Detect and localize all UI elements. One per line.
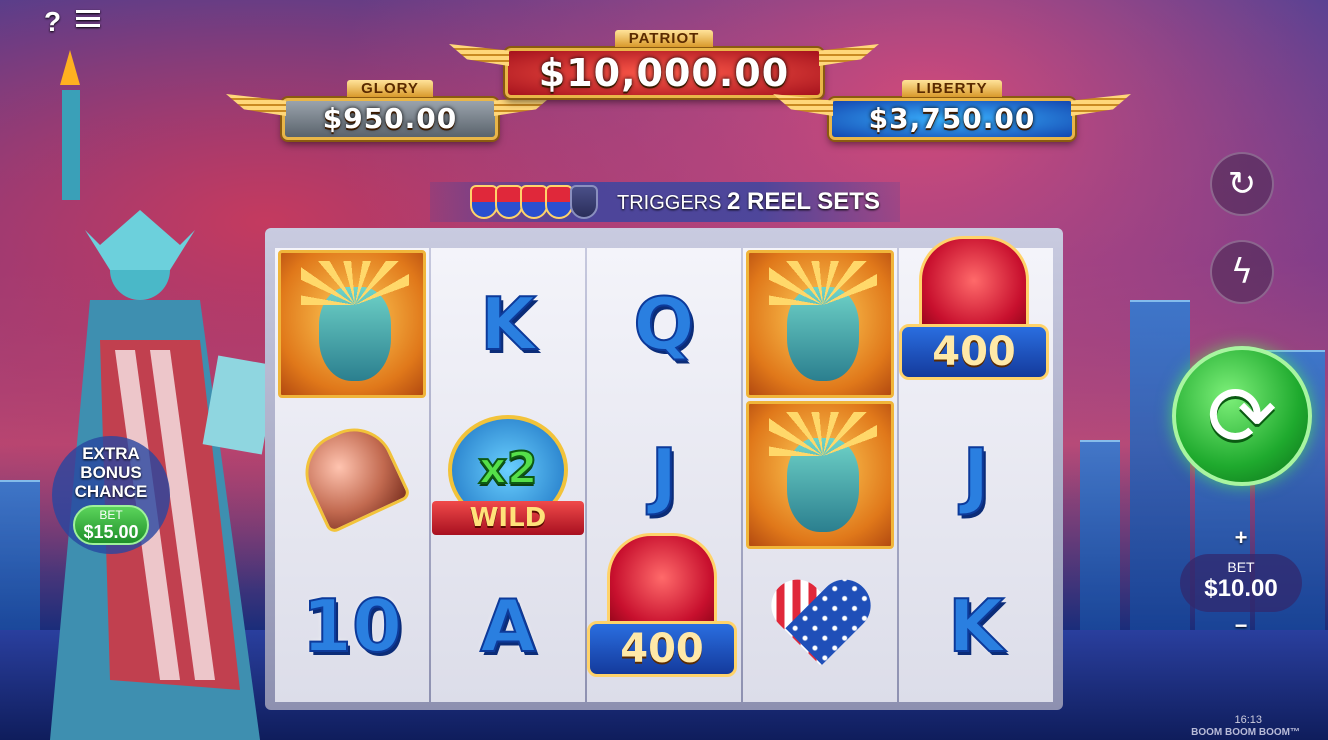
- jackpot-patriot-amount: $10,000.00: [505, 48, 823, 98]
- reel-cell: [743, 248, 897, 399]
- reel-cell: Q: [587, 248, 741, 399]
- reel-cell: 400: [899, 236, 1053, 399]
- extra-bonus-title: EXTRA BONUS CHANCE: [74, 444, 148, 501]
- firework-symbol-icon: 400: [587, 532, 737, 723]
- wild-label: WILD: [432, 500, 584, 535]
- jackpot-liberty-name: LIBERTY: [902, 80, 1002, 97]
- statue-of-liberty-image: [50, 50, 278, 740]
- reel-cell: 400: [587, 532, 741, 702]
- reel-2: K x2 WILD A: [431, 248, 585, 702]
- symbol-j: J: [962, 432, 991, 518]
- reel-frame: 10 K x2 WILD A Q J 400 400 J K: [265, 228, 1063, 710]
- game-brand: BOOM BOOM BOOM™: [1191, 727, 1300, 738]
- symbol-a: A: [479, 583, 537, 669]
- reel-cell: A: [431, 551, 585, 702]
- symbol-j: J: [650, 432, 679, 518]
- heart-symbol-icon: [770, 581, 870, 671]
- firework-symbol-icon: 400: [899, 236, 1049, 426]
- reel-cell: [275, 399, 429, 550]
- bet-decrease-button[interactable]: −: [1230, 615, 1252, 638]
- turbo-button[interactable]: ϟ: [1210, 240, 1274, 304]
- reel-cell: J: [899, 399, 1053, 550]
- wild-multiplier: x2: [478, 442, 539, 495]
- badge-icon: [520, 185, 548, 219]
- liberty-symbol-icon: [278, 249, 426, 398]
- reel-4: [743, 248, 897, 702]
- extra-bonus-chance-button[interactable]: EXTRA BONUS CHANCE BET $15.00: [52, 436, 170, 554]
- autoplay-icon: ↻: [1227, 164, 1257, 204]
- reel-1: 10: [275, 248, 429, 702]
- triggers-emphasis: 2 REEL SETS: [727, 188, 880, 215]
- jackpot-patriot: PATRIOT $10,000.00: [449, 30, 879, 98]
- help-button[interactable]: ?: [44, 6, 61, 38]
- reel-cell: [275, 248, 429, 399]
- extra-bonus-bet-value: $15.00: [83, 522, 139, 542]
- clock: 16:13: [1234, 714, 1262, 726]
- extra-bonus-bet-label: BET: [99, 508, 123, 522]
- x2-wild-symbol-icon: x2 WILD: [432, 405, 584, 545]
- triggers-text: TRIGGERS 2 REEL SETS: [617, 188, 880, 216]
- spin-button[interactable]: ⟳: [1172, 346, 1312, 486]
- spin-icon: ⟳: [1206, 367, 1278, 465]
- triggers-banner: TRIGGERS 2 REEL SETS: [430, 182, 900, 222]
- reel-cell: [743, 399, 897, 550]
- symbol-k: K: [947, 583, 1005, 669]
- autoplay-button[interactable]: ↻: [1210, 152, 1274, 216]
- symbol-10: 10: [301, 583, 403, 669]
- jackpot-patriot-name: PATRIOT: [614, 30, 714, 47]
- lightning-icon: ϟ: [1230, 252, 1254, 292]
- jackpot-glory-amount: $950.00: [282, 98, 498, 140]
- firework-value: 400: [587, 620, 737, 677]
- symbol-k: K: [479, 281, 537, 367]
- reel-grid: 10 K x2 WILD A Q J 400 400 J K: [275, 236, 1053, 702]
- jackpot-glory-name: GLORY: [347, 80, 433, 97]
- reel-cell: J: [587, 399, 741, 550]
- bet-increase-button[interactable]: +: [1230, 527, 1252, 550]
- bet-label: BET: [1227, 559, 1255, 575]
- symbol-q: Q: [632, 281, 695, 367]
- jackpot-liberty-amount: $3,750.00: [829, 98, 1075, 140]
- liberty-symbol-icon: [746, 249, 894, 398]
- reel-3: Q J 400: [587, 248, 741, 702]
- reel-5: 400 J K: [899, 236, 1053, 702]
- firework-value: 400: [899, 324, 1049, 380]
- reel-cell: K: [431, 248, 585, 399]
- jackpot-liberty: LIBERTY $3,750.00: [773, 80, 1131, 140]
- badge-icon: [570, 185, 598, 219]
- badge-icon: [545, 185, 573, 219]
- extra-bonus-bet-pill[interactable]: BET $15.00: [73, 505, 149, 545]
- reel-cell: K: [899, 551, 1053, 702]
- hamburger-menu-icon[interactable]: [76, 10, 100, 30]
- reel-cell: [743, 551, 897, 702]
- liberty-symbol-icon: [746, 400, 894, 549]
- bet-value: $10.00: [1204, 575, 1278, 602]
- jackpot-glory: GLORY $950.00: [226, 80, 554, 140]
- bet-display[interactable]: BET $10.00: [1180, 554, 1302, 612]
- reel-cell: 10: [275, 551, 429, 702]
- badge-meter: [470, 185, 598, 219]
- triggers-prefix: TRIGGERS: [617, 192, 722, 214]
- badge-icon: [470, 185, 498, 219]
- badge-icon: [495, 185, 523, 219]
- reel-cell: x2 WILD: [431, 399, 585, 550]
- bell-symbol-icon: [292, 415, 412, 535]
